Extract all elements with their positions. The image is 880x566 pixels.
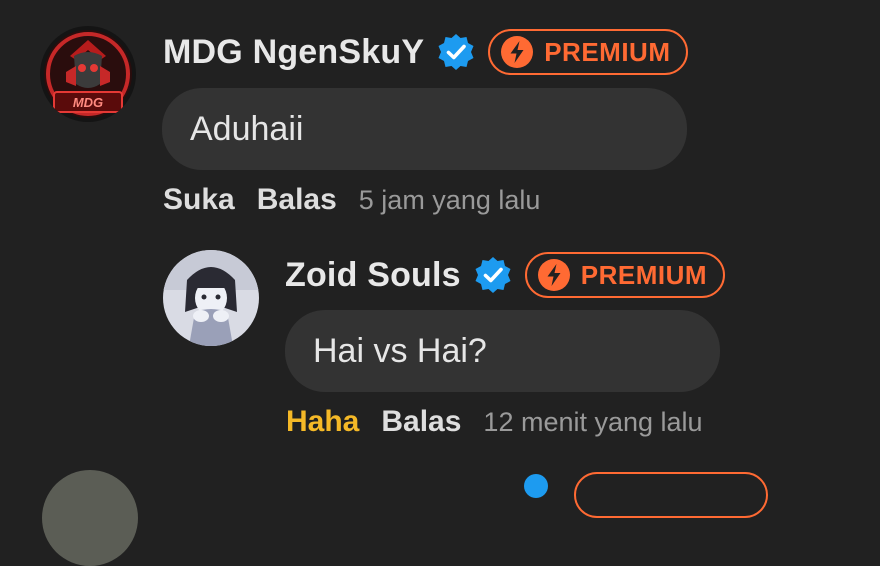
comment-bubble: Hai vs Hai? (285, 310, 720, 392)
comment-header: Zoid Souls PREMIUM (285, 250, 726, 300)
comment-actions: Haha Balas 12 menit yang lalu (286, 405, 703, 439)
lightning-bolt-icon (537, 259, 570, 291)
avatar[interactable] (163, 250, 259, 346)
premium-label: PREMIUM (580, 259, 708, 290)
like-button[interactable]: Suka (163, 183, 235, 217)
timestamp: 5 jam yang lalu (358, 185, 541, 215)
username[interactable]: MDG NgenSkuY (163, 33, 424, 72)
premium-label: PREMIUM (544, 36, 671, 67)
premium-badge: PREMIUM (488, 29, 689, 75)
verified-badge-icon (438, 34, 474, 70)
verified-badge-icon (475, 257, 511, 293)
reply-button[interactable]: Balas (381, 405, 461, 439)
lightning-bolt-icon (501, 36, 534, 68)
premium-badge: PREMIUM (524, 252, 726, 298)
comment-header: MDG NgenSkuY PREMIUM (163, 27, 689, 77)
avatar-logo-text: MDG (73, 95, 103, 110)
comment-actions: Suka Balas 5 jam yang lalu (163, 183, 540, 217)
comment-text: Hai vs Hai? (313, 331, 487, 370)
reply-button[interactable]: Balas (257, 183, 337, 217)
avatar[interactable]: MDG (40, 26, 136, 122)
username[interactable]: Zoid Souls (285, 256, 461, 295)
next-comment-avatar[interactable] (42, 470, 138, 566)
next-comment-verified-icon (524, 474, 548, 498)
timestamp: 12 menit yang lalu (483, 407, 703, 437)
comment-text: Aduhaii (190, 109, 304, 148)
haha-reaction-button[interactable]: Haha (286, 405, 359, 439)
comment-bubble: Aduhaii (162, 88, 687, 170)
